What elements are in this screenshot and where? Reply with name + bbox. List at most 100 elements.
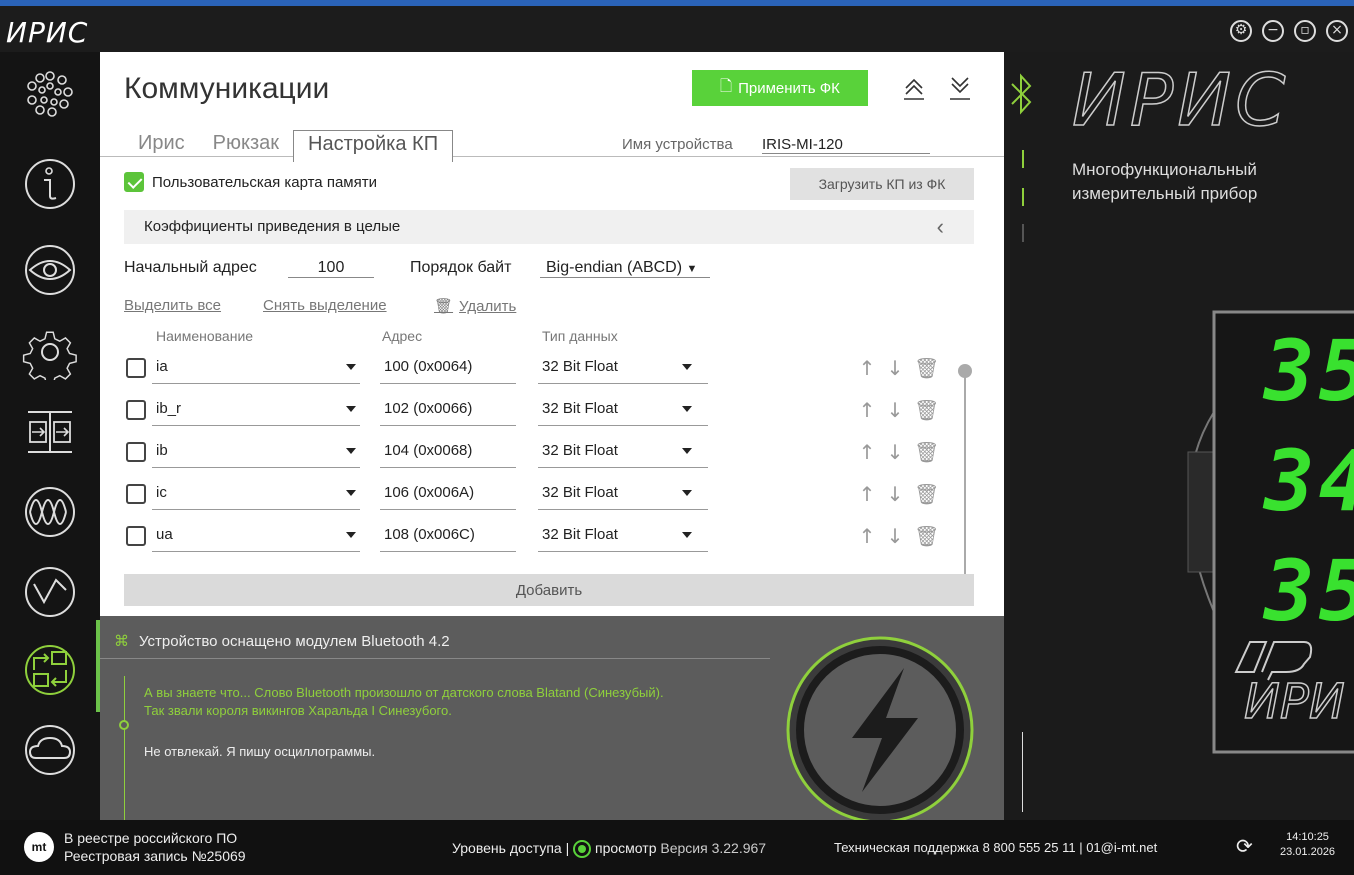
sidebar-item-home[interactable] xyxy=(20,64,80,124)
arrow-down-icon[interactable]: ↓ xyxy=(886,524,904,548)
row-name-select[interactable]: ic xyxy=(152,484,360,510)
timeline-dot xyxy=(119,720,129,730)
arrow-down-icon[interactable]: ↓ xyxy=(886,440,904,464)
custom-map-checkbox[interactable] xyxy=(124,172,144,192)
row-address[interactable]: 106 (0x006A) xyxy=(380,484,516,510)
display-digit: 34 xyxy=(1264,432,1354,530)
arrow-up-icon[interactable]: ↑ xyxy=(858,440,876,464)
tab-backpack[interactable]: Рюкзак xyxy=(199,130,293,162)
start-address-input[interactable]: 100 xyxy=(288,259,374,278)
dots-flower-icon xyxy=(27,71,73,117)
row-address[interactable]: 102 (0x0066) xyxy=(380,400,516,426)
arrow-up-icon[interactable]: ↑ xyxy=(858,482,876,506)
fun-fact-line1: А вы знаете что... Слово Bluetooth произ… xyxy=(144,685,664,700)
sidebar-item-oscillograms[interactable] xyxy=(20,482,80,542)
upload-icon[interactable] xyxy=(902,76,926,100)
load-kp-button[interactable]: Загрузить КП из ФК xyxy=(790,168,974,200)
sidebar-item-analysis[interactable] xyxy=(20,562,80,622)
info-icon xyxy=(25,159,75,209)
minimize-icon[interactable]: − xyxy=(1262,20,1284,42)
byte-order-value: Big-endian (ABCD) xyxy=(546,259,683,276)
display-digit: 35 xyxy=(1264,322,1354,420)
arrow-down-icon[interactable]: ↓ xyxy=(886,356,904,380)
access-value[interactable]: просмотр xyxy=(595,840,656,856)
sync-icon[interactable]: ⟳ xyxy=(1236,834,1253,859)
row-actions: ↑ ↓ 🗑 xyxy=(858,524,940,548)
row-type-select[interactable]: 32 Bit Float xyxy=(538,484,708,510)
tab-kp-settings[interactable]: Настройка КП xyxy=(293,130,454,162)
scrollbar-track[interactable] xyxy=(964,370,966,602)
row-name-select[interactable]: ua xyxy=(152,526,360,552)
row-address[interactable]: 100 (0x0064) xyxy=(380,358,516,384)
access-ring-icon xyxy=(573,840,592,859)
eye-icon xyxy=(25,245,75,295)
add-button[interactable]: Добавить xyxy=(124,574,974,606)
arrow-down-icon[interactable]: ↓ xyxy=(886,482,904,506)
clock-date: 23.01.2026 xyxy=(1280,846,1336,858)
scrollbar-thumb[interactable] xyxy=(958,364,972,378)
row-checkbox[interactable] xyxy=(126,442,146,462)
row-actions: ↑ ↓ 🗑 xyxy=(858,440,940,464)
close-icon[interactable]: × xyxy=(1326,20,1348,42)
row-name-select[interactable]: ib_r xyxy=(152,400,360,426)
deselect-link[interactable]: Снять выделение xyxy=(263,297,387,314)
device-name-field[interactable]: IRIS-MI-120 xyxy=(762,136,930,154)
row-type-select[interactable]: 32 Bit Float xyxy=(538,442,708,468)
column-header-type: Тип данных xyxy=(542,328,618,344)
delete-link[interactable]: 🗑 Удалить xyxy=(434,297,517,316)
custom-map-checkbox-row[interactable]: Пользовательская карта памяти xyxy=(124,172,377,192)
trash-icon[interactable]: 🗑 xyxy=(914,440,939,464)
caret-down-icon: ▼ xyxy=(686,263,698,275)
maximize-icon[interactable]: ▫ xyxy=(1294,20,1316,42)
download-icon[interactable] xyxy=(948,76,972,100)
row-actions: ↑ ↓ 🗑 xyxy=(858,356,940,380)
sidebar-item-cloud[interactable] xyxy=(20,720,80,780)
row-address[interactable]: 108 (0x006C) xyxy=(380,526,516,552)
arrow-down-icon[interactable]: ↓ xyxy=(886,398,904,422)
arrow-up-icon[interactable]: ↑ xyxy=(858,398,876,422)
select-all-link[interactable]: Выделить все xyxy=(124,297,221,314)
row-type-select[interactable]: 32 Bit Float xyxy=(538,400,708,426)
trash-icon[interactable]: 🗑 xyxy=(914,482,939,506)
fun-fact: А вы знаете что... Слово Bluetooth произ… xyxy=(144,684,664,720)
byte-order-select[interactable]: Big-endian (ABCD) ▼ xyxy=(540,259,710,278)
trash-icon[interactable]: 🗑 xyxy=(914,398,939,422)
row-type-select[interactable]: 32 Bit Float xyxy=(538,526,708,552)
row-checkbox[interactable] xyxy=(126,484,146,504)
chevron-left-icon[interactable]: ‹ xyxy=(937,214,944,240)
sidebar-item-settings[interactable] xyxy=(20,322,80,382)
trash-icon[interactable]: 🗑 xyxy=(914,356,939,380)
apply-fk-label: Применить ФК xyxy=(738,79,840,97)
sidebar-item-view[interactable] xyxy=(20,240,80,300)
trash-icon[interactable]: 🗑 xyxy=(914,524,939,548)
coef-section-header[interactable]: Коэффициенты приведения в целые ‹ xyxy=(124,210,974,244)
sidebar xyxy=(0,52,100,820)
apply-fk-button[interactable]: 🗋 Применить ФК xyxy=(692,70,868,106)
sidebar-item-io[interactable] xyxy=(20,402,80,462)
display-digit: 35 xyxy=(1264,542,1354,640)
row-type-select[interactable]: 32 Bit Float xyxy=(538,358,708,384)
lightning-bolt-icon xyxy=(786,636,974,820)
table-row: ib_r 102 (0x0066) 32 Bit Float ↑ ↓ 🗑 xyxy=(124,396,974,426)
arrow-up-icon[interactable]: ↑ xyxy=(858,356,876,380)
row-checkbox[interactable] xyxy=(126,358,146,378)
accent-line xyxy=(1022,150,1024,168)
sidebar-item-info[interactable] xyxy=(20,154,80,214)
row-checkbox[interactable] xyxy=(126,400,146,420)
row-actions: ↑ ↓ 🗑 xyxy=(858,398,940,422)
row-name-select[interactable]: ia xyxy=(152,358,360,384)
device-brand: ИРИ xyxy=(1243,673,1345,731)
delete-label: Удалить xyxy=(459,297,517,315)
tab-iris[interactable]: Ирис xyxy=(124,130,199,162)
arrow-up-icon[interactable]: ↑ xyxy=(858,524,876,548)
io-arrows-icon xyxy=(28,411,72,453)
row-checkbox[interactable] xyxy=(126,526,146,546)
row-name-select[interactable]: ib xyxy=(152,442,360,468)
row-name: ic xyxy=(156,484,167,501)
support-info: Техническая поддержка 8 800 555 25 11 | … xyxy=(834,840,1158,855)
settings-icon[interactable]: ⚙ xyxy=(1230,20,1252,42)
sidebar-item-communications[interactable] xyxy=(20,640,80,700)
row-address[interactable]: 104 (0x0068) xyxy=(380,442,516,468)
registry-line2: Реестровая запись №25069 xyxy=(64,848,246,864)
accent-line xyxy=(1022,224,1024,242)
